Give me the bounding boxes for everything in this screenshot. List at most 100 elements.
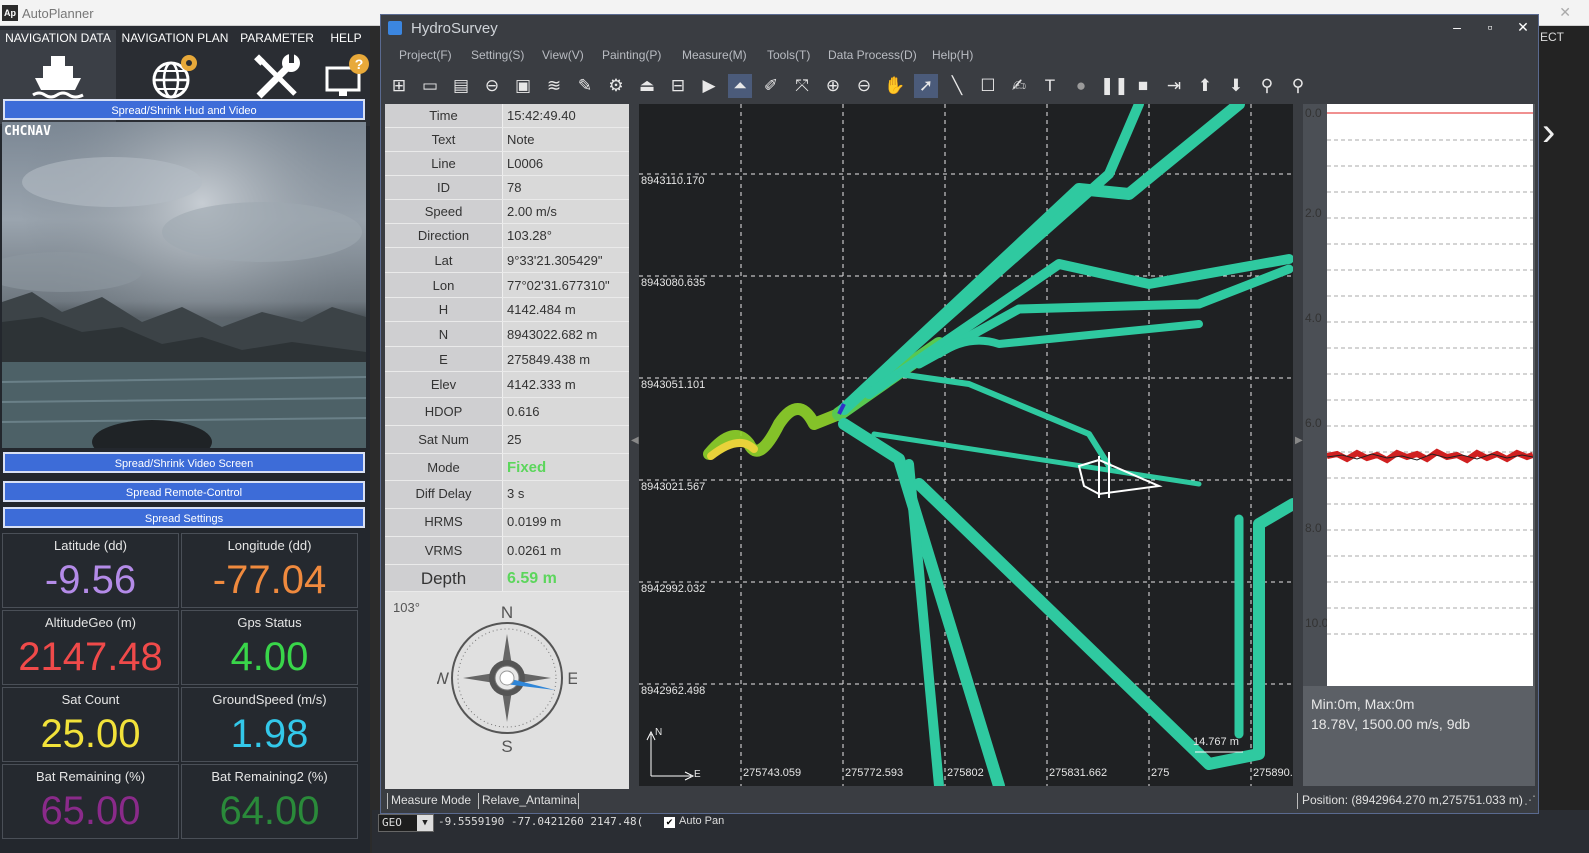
edit-doc-icon[interactable]: ✎ xyxy=(573,74,597,98)
resize-grip-icon[interactable]: ⋰ xyxy=(1524,793,1536,807)
survey-track-canvas xyxy=(639,104,1293,786)
zoom-in-icon[interactable]: ⊕ xyxy=(821,74,845,98)
minimize-icon[interactable]: – xyxy=(1447,19,1467,35)
export-icon[interactable]: ⏏ xyxy=(635,74,659,98)
note-icon[interactable]: ☐ xyxy=(976,74,1000,98)
video-frame xyxy=(2,122,366,448)
map-x-label: 275743.059 xyxy=(743,767,802,779)
menu-painting[interactable]: Painting(P) xyxy=(602,48,661,62)
ruler-icon[interactable]: ╲ xyxy=(945,74,969,98)
map-y-label: 8943110.170 xyxy=(641,175,705,187)
map-east-label: E xyxy=(694,769,701,780)
spread-video-button[interactable]: Spread/Shrink Video Screen xyxy=(3,452,365,473)
separator xyxy=(478,793,479,809)
info-row-lon: Lon 77°02'31.677310" xyxy=(385,273,629,298)
menu-view[interactable]: View(V) xyxy=(542,48,584,62)
vessel-icon[interactable]: ⏶ xyxy=(728,74,752,98)
close-icon[interactable]: ✕ xyxy=(1513,19,1533,36)
video-icon[interactable]: ▶ xyxy=(697,74,721,98)
wave-icon[interactable]: ≋ xyxy=(542,74,566,98)
hydrosurvey-menubar: Project(F) Setting(S) View(V) Painting(P… xyxy=(381,45,1538,67)
pause-icon[interactable]: ❚❚ xyxy=(1100,74,1129,98)
image-icon[interactable]: ▣ xyxy=(511,74,535,98)
north-arrow-icon xyxy=(646,730,695,781)
depth-sounder-params: 18.78V, 1500.00 m/s, 9db xyxy=(1311,716,1471,732)
spread-remote-button[interactable]: Spread Remote-Control xyxy=(3,481,365,502)
survey-map[interactable]: 8943110.170 8943080.635 8943051.101 8943… xyxy=(639,104,1293,786)
link-icon[interactable]: ⊖ xyxy=(480,74,504,98)
stat-battery-2: Bat Remaining2 (%) 64.00 xyxy=(181,764,358,839)
stop-icon[interactable]: ■ xyxy=(1131,74,1155,98)
record-icon[interactable]: ● xyxy=(1069,74,1093,98)
compass-w-label: W xyxy=(437,669,449,688)
line-end-icon[interactable]: ⇥ xyxy=(1162,74,1186,98)
pencil-icon[interactable]: ✐ xyxy=(759,74,783,98)
chevron-down-icon: ▼ xyxy=(417,815,433,831)
right-edge-text: ECT xyxy=(1540,30,1564,44)
map-scale-label: 14.767 m xyxy=(1193,736,1239,748)
info-row-id: ID 78 xyxy=(385,176,629,200)
marker2-icon[interactable]: ⚲ xyxy=(1286,74,1310,98)
separator xyxy=(1297,793,1298,809)
zoom-out-icon[interactable]: ⊖ xyxy=(852,74,876,98)
maximize-icon[interactable]: ▫ xyxy=(1480,19,1500,35)
depth-tick-label: 2.0 xyxy=(1305,206,1322,220)
info-row-hrms: HRMS 0.0199 m xyxy=(385,509,629,537)
depth-axis: 0.0 2.0 4.0 6.0 8.0 10.0 xyxy=(1303,104,1328,686)
save-icon[interactable]: ▤ xyxy=(449,74,473,98)
collapse-right-icon[interactable]: ▶ xyxy=(1295,435,1303,446)
hydrosurvey-statusbar: Measure Mode Relave_Antamina Position: (… xyxy=(381,789,1538,813)
edit-icon[interactable]: ✍ xyxy=(1007,74,1031,98)
depth-tick-label: 8.0 xyxy=(1305,521,1322,535)
svg-text:?: ? xyxy=(355,56,364,72)
compass-s-label: S xyxy=(501,737,512,754)
down-arrow-icon[interactable]: ⬇ xyxy=(1224,74,1248,98)
info-row-diff-delay: Diff Delay 3 s xyxy=(385,481,629,509)
marker-icon[interactable]: ⚲ xyxy=(1255,74,1279,98)
depth-tick-label: 0.0 xyxy=(1305,106,1322,120)
map-y-label: 8943080.635 xyxy=(641,277,706,289)
text-icon[interactable]: T xyxy=(1038,74,1062,98)
status-position: Position: (8942964.270 m,275751.033 m) xyxy=(1302,793,1523,807)
close-icon[interactable]: ✕ xyxy=(1559,4,1571,21)
boat-icon xyxy=(32,56,84,99)
menu-measure[interactable]: Measure(M) xyxy=(682,48,747,62)
select-arrow-icon[interactable]: ➚ xyxy=(914,74,938,98)
info-row-n: N 8943022.682 m xyxy=(385,322,629,347)
spread-settings-button[interactable]: Spread Settings xyxy=(3,507,365,528)
compass-heading: 103° xyxy=(393,600,420,615)
hydrosurvey-title: HydroSurvey xyxy=(411,20,498,37)
map-x-label: 275890. xyxy=(1253,767,1293,779)
chevron-right-icon[interactable]: › xyxy=(1542,110,1555,155)
stat-gps-status: Gps Status 4.00 xyxy=(181,610,358,685)
menu-setting[interactable]: Setting(S) xyxy=(471,48,524,62)
autopan-checkbox[interactable]: ✔ Auto Pan xyxy=(664,815,724,828)
menu-project[interactable]: Project(F) xyxy=(399,48,452,62)
import-icon[interactable]: ⊟ xyxy=(666,74,690,98)
new-project-icon[interactable]: ⊞ xyxy=(387,74,411,98)
coordinate-system-select[interactable]: GEO ▼ xyxy=(378,814,434,832)
fit-extent-icon[interactable]: ⤧ xyxy=(790,74,814,98)
spread-hud-button[interactable]: Spread/Shrink Hud and Video xyxy=(3,99,365,120)
stat-longitude: Longitude (dd) -77.04 xyxy=(181,533,358,608)
open-icon[interactable]: ▭ xyxy=(418,74,442,98)
map-x-label: 275802 xyxy=(947,767,984,779)
info-row-mode: Mode Fixed xyxy=(385,454,629,481)
up-arrow-icon[interactable]: ⬆ xyxy=(1193,74,1217,98)
depth-tick-label: 4.0 xyxy=(1305,311,1322,325)
gear-icon[interactable]: ⚙ xyxy=(604,74,628,98)
stat-battery-1: Bat Remaining (%) 65.00 xyxy=(2,764,179,839)
menu-tools[interactable]: Tools(T) xyxy=(767,48,810,62)
pan-hand-icon[interactable]: ✋ xyxy=(883,74,907,98)
video-feed: CHCNAV xyxy=(2,122,366,448)
info-row-speed: Speed 2.00 m/s xyxy=(385,200,629,224)
map-x-label: 275 xyxy=(1151,767,1170,779)
map-x-label: 275772.593 xyxy=(845,767,904,779)
status-project: Relave_Antamina xyxy=(482,793,577,807)
video-label: CHCNAV xyxy=(4,124,51,139)
menu-help[interactable]: Help(H) xyxy=(932,48,973,62)
checkbox-check-icon: ✔ xyxy=(664,817,675,828)
compass-n-label: N xyxy=(501,604,513,622)
menu-data-process[interactable]: Data Process(D) xyxy=(828,48,917,62)
collapse-left-icon[interactable]: ◀ xyxy=(631,435,639,446)
